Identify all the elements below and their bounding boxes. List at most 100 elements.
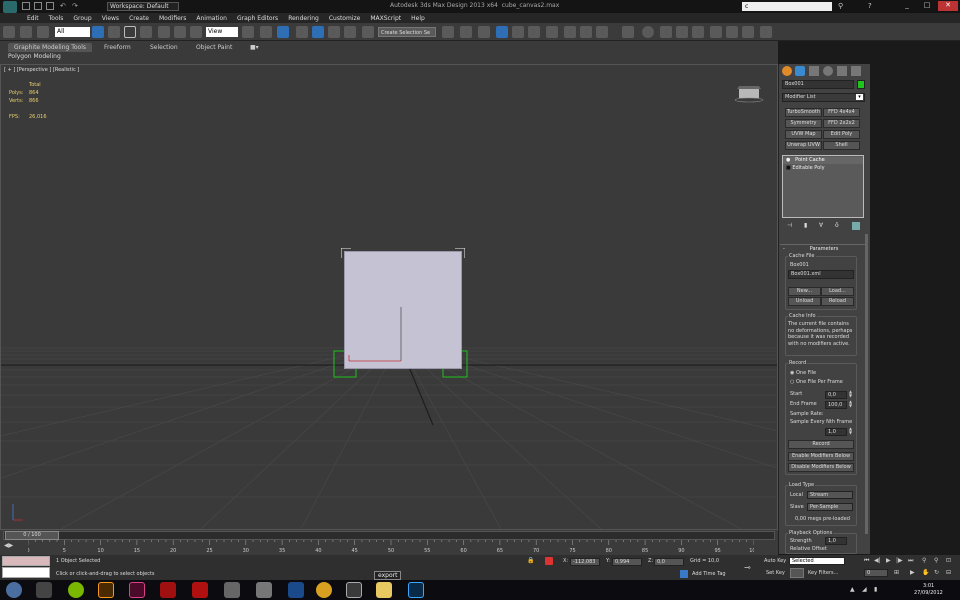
window-crossing-icon[interactable] [140,26,152,38]
end-spinner-icon[interactable]: ▲ ▼ [849,400,852,408]
expand-icon[interactable]: ■ [786,165,791,171]
turbosmooth-button[interactable]: TurboSmooth [785,108,822,117]
maximize-button[interactable]: □ [918,1,936,11]
network-icon[interactable]: ▮ [874,586,877,593]
view-cube-icon[interactable] [731,81,767,105]
stack-item-point-cache[interactable]: ● Point Cache [783,157,863,164]
shell-button[interactable]: Shell [823,141,860,150]
render-icon[interactable] [760,26,772,38]
menu-create[interactable]: Create [124,13,154,22]
play-icon[interactable]: ▶ [886,557,891,564]
select-by-name-icon[interactable] [108,26,120,38]
time-slider-track[interactable] [3,531,775,540]
teapot-icon[interactable] [660,26,672,38]
select-object-icon[interactable] [92,26,104,38]
sample-every-field[interactable]: 1,0 [825,428,847,436]
reload-button[interactable]: Reload [821,297,854,306]
menu-customize[interactable]: Customize [324,13,366,22]
app-logo-icon[interactable] [3,1,17,13]
schematic-view-icon[interactable] [528,26,540,38]
hierarchy-tab-icon[interactable] [809,66,819,76]
pin-stack-icon[interactable]: ⊣ [787,222,792,229]
close-button[interactable]: ✕ [938,1,958,11]
undo-toolbar-icon[interactable] [3,26,15,38]
ffd-4x4x4-button[interactable]: FFD 4x4x4 [823,108,860,117]
ribbon-options-icon[interactable]: ■▾ [250,44,259,51]
indesign-icon[interactable] [129,582,145,598]
remove-modifier-icon[interactable]: ǒ [835,222,839,229]
camera-icon[interactable] [692,26,704,38]
illustrator-icon[interactable] [98,582,114,598]
taskbar-app-icon[interactable] [224,582,240,598]
select-manipulate-icon[interactable] [260,26,272,38]
tray-icon[interactable]: ▲ [850,586,855,593]
time-slider-left-icon[interactable]: ◀▶ [4,542,13,549]
mirror-icon[interactable] [442,26,454,38]
render-setup-icon[interactable] [564,26,576,38]
display-tab-icon[interactable] [837,66,847,76]
unity-icon[interactable] [256,582,272,598]
x-coordinate-field[interactable]: -112,083 [570,558,600,566]
create-tab-icon[interactable] [782,66,792,76]
auto-key-button[interactable]: Auto Key [764,558,786,564]
time-slider-thumb[interactable]: 0 / 100 [5,531,59,540]
tab-object-paint[interactable]: Object Paint [190,43,238,52]
taskbar-app-icon[interactable] [36,582,52,598]
percent-snap-icon[interactable] [328,26,340,38]
menu-views[interactable]: Views [97,13,124,22]
ribbon-panel-label[interactable]: Polygon Modeling [8,53,61,60]
time-tag-icon[interactable] [680,570,688,578]
material-editor-icon[interactable] [546,26,558,38]
rotate-icon[interactable] [174,26,186,38]
timeline-ruler[interactable]: 0 5 10 15 20 25 30 35 40 45 50 55 60 65 70 75 80 85 90 95 10… [28,540,754,555]
record-button[interactable]: Record [788,440,854,449]
strength-field[interactable]: 1,0 [825,537,847,545]
align-icon[interactable] [460,26,472,38]
acrobat-icon[interactable] [192,582,208,598]
disable-modifiers-below-button[interactable]: Disable Modifiers Below [788,463,854,472]
stack-item-editable-poly[interactable]: ■ Editable Poly [783,165,863,172]
redo-icon[interactable]: ↷ [72,2,78,10]
field-of-view-icon[interactable]: ▶ [910,569,915,576]
key-icon[interactable]: ⊸ [744,563,751,572]
unwrap-uvw-button[interactable]: Unwrap UVW [785,141,822,150]
object-color-swatch[interactable] [857,80,865,89]
parameters-rollout-header[interactable]: - Parameters [780,244,868,252]
new-file-icon[interactable] [22,2,30,10]
link-icon[interactable] [20,26,32,38]
search-input[interactable]: c [742,2,832,11]
unlink-icon[interactable] [37,26,49,38]
object-name-field[interactable]: Box001 [782,80,854,89]
set-key-icon[interactable] [790,568,804,578]
binoculars-icon[interactable]: ⚲ [838,2,843,10]
angle-snap-icon[interactable] [312,26,324,38]
taskbar-app-icon[interactable] [288,582,304,598]
selection-filter-dropdown[interactable]: All [55,27,90,37]
ffd-2x2x2-button[interactable]: FFD 2x2x2 [823,119,860,128]
next-frame-icon[interactable]: |▶ [896,557,903,564]
chrome-icon[interactable] [316,582,332,598]
layer-manager-icon[interactable] [478,26,490,38]
panel-scrollbar[interactable] [865,234,868,534]
utilities-tab-icon[interactable] [851,66,861,76]
time-config-icon[interactable]: ⊞ [894,569,899,576]
perspective-viewport[interactable]: [ + ] [Perspective ] [Realistic ] Total … [0,64,778,530]
make-unique-icon[interactable]: ∀ [819,222,823,229]
volume-icon[interactable]: ◢ [862,586,867,593]
spinner-snap-icon[interactable] [344,26,356,38]
enable-modifiers-below-button[interactable]: Enable Modifiers Below [788,452,854,461]
systems-icon[interactable] [742,26,754,38]
maxscript-listener-lower[interactable] [2,567,50,578]
configure-sets-icon[interactable] [852,222,860,230]
start-orb-icon[interactable] [6,582,22,598]
tab-selection[interactable]: Selection [144,43,184,52]
key-filters-button[interactable]: Key Filters... [808,570,838,576]
current-frame-field[interactable]: 0 [864,569,888,577]
graphite-toggle-icon[interactable] [496,26,508,38]
helper-icon[interactable] [710,26,722,38]
named-selection-dropdown[interactable]: Create Selection Se [378,27,436,37]
menu-edit[interactable]: Edit [22,13,44,22]
tab-freeform[interactable]: Freeform [98,43,137,52]
open-file-icon[interactable] [34,2,42,10]
new-cache-button[interactable]: New... [788,287,821,296]
